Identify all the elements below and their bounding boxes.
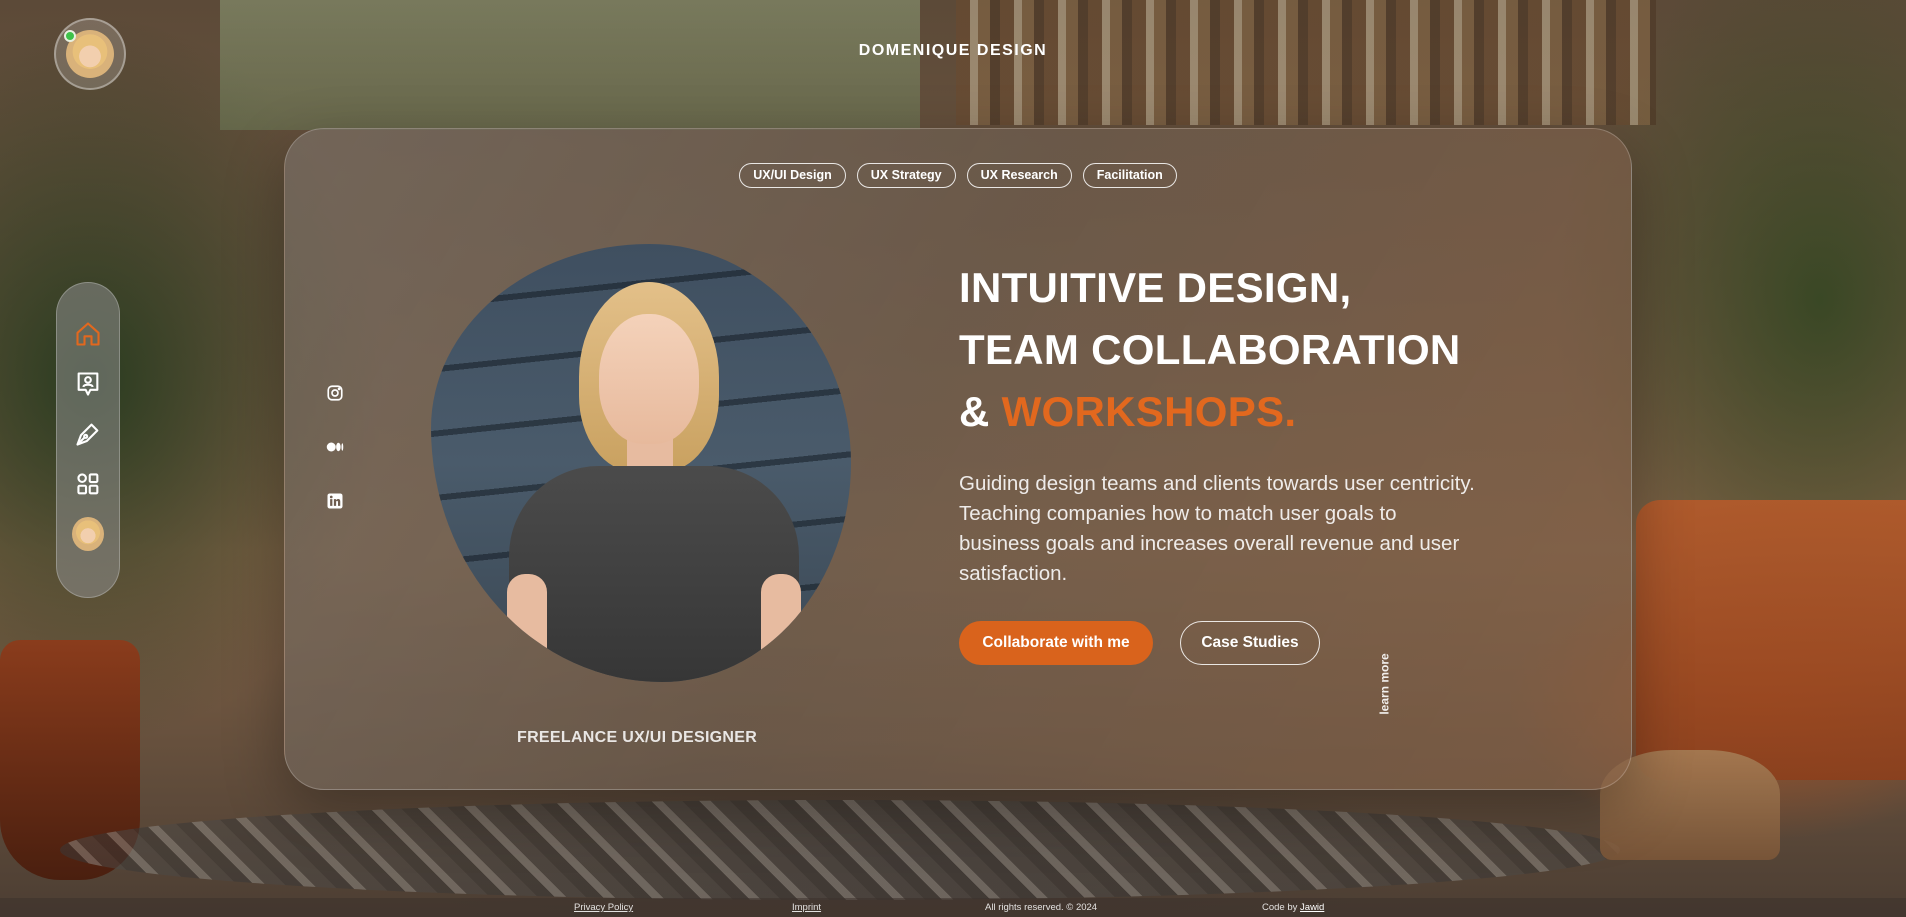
tag-ux-research[interactable]: UX Research xyxy=(966,163,1072,188)
background-window xyxy=(220,0,920,130)
social-links xyxy=(325,385,345,509)
role-title: FREELANCE UX/UI DESIGNER xyxy=(517,729,758,746)
linkedin-icon xyxy=(327,493,343,509)
nav-item-about[interactable] xyxy=(72,369,104,399)
avatar-icon xyxy=(72,517,104,551)
nav-item-profile[interactable] xyxy=(72,517,104,551)
code-credit-link[interactable]: Jawid xyxy=(1300,902,1324,913)
headline-line-1: INTUITIVE DESIGN, xyxy=(959,264,1352,311)
top-avatar[interactable] xyxy=(54,18,126,90)
medium-icon xyxy=(326,442,344,452)
nav-item-design[interactable] xyxy=(72,419,104,449)
hero-headline: INTUITIVE DESIGN, TEAM COLLABORATION & W… xyxy=(959,257,1461,443)
headline-prefix: & xyxy=(959,388,1002,435)
hero-card: UX/UI Design UX Strategy UX Research Fac… xyxy=(284,128,1632,790)
linkedin-link[interactable] xyxy=(325,493,345,509)
nav-item-home[interactable] xyxy=(72,319,104,349)
background-sofa xyxy=(1636,500,1906,780)
headline-accent: WORKSHOPS. xyxy=(1001,388,1297,435)
learn-more-label: learn more xyxy=(1378,653,1393,715)
nav-item-portfolio[interactable] xyxy=(72,469,104,499)
footer: Privacy Policy Imprint All rights reserv… xyxy=(0,898,1906,917)
case-studies-button[interactable]: Case Studies xyxy=(1180,621,1320,665)
side-navigation xyxy=(56,282,120,598)
home-icon xyxy=(76,322,100,346)
privacy-policy-link[interactable]: Privacy Policy xyxy=(574,902,633,913)
headline-line-2: TEAM COLLABORATION xyxy=(959,326,1461,373)
code-credit: Code by Jawid xyxy=(1262,902,1324,913)
tag-ux-strategy[interactable]: UX Strategy xyxy=(856,163,956,188)
grid-icon xyxy=(77,473,99,495)
copyright-text: All rights reserved. © 2024 xyxy=(985,902,1098,913)
contact-icon xyxy=(77,372,99,396)
headline-line-3: & WORKSHOPS. xyxy=(959,381,1461,443)
tag-ux-ui-design[interactable]: UX/UI Design xyxy=(739,163,846,188)
imprint-link[interactable]: Imprint xyxy=(792,902,821,913)
portrait-photo xyxy=(431,244,851,682)
pen-icon xyxy=(76,423,99,446)
instagram-icon xyxy=(327,385,343,401)
code-credit-prefix: Code by xyxy=(1262,902,1298,913)
online-status-indicator xyxy=(64,30,76,42)
learn-more-link[interactable]: learn more xyxy=(1375,649,1395,719)
instagram-link[interactable] xyxy=(325,385,345,401)
background-bookshelf xyxy=(956,0,1656,125)
collaborate-button[interactable]: Collaborate with me xyxy=(959,621,1153,665)
medium-link[interactable] xyxy=(325,439,345,455)
tag-facilitation[interactable]: Facilitation xyxy=(1082,163,1177,188)
background-rug xyxy=(60,800,1620,900)
hero-description: Guiding design teams and clients towards… xyxy=(959,472,1475,585)
tag-list: UX/UI Design UX Strategy UX Research Fac… xyxy=(285,163,1631,188)
site-title[interactable]: DOMENIQUE DESIGN xyxy=(0,42,1906,60)
